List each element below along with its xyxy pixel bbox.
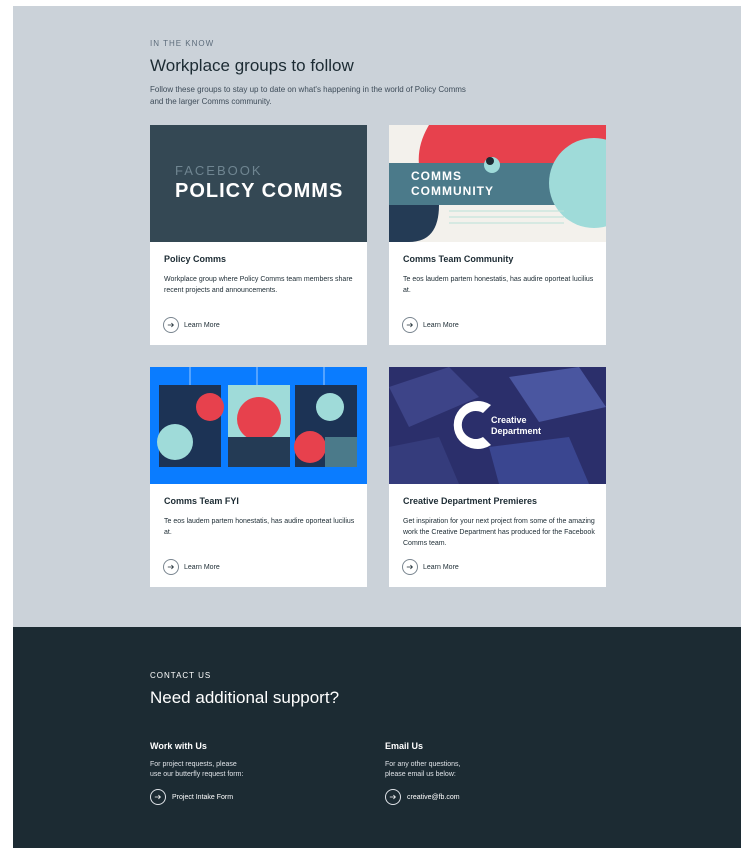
learn-more-link[interactable]: Learn More xyxy=(402,317,459,333)
card-description: Workplace group where Policy Comms team … xyxy=(164,276,353,294)
image-text-comms: COMMS xyxy=(411,169,462,183)
comms-fyi-posters-illustration xyxy=(157,367,357,467)
contact-heading: Need additional support? xyxy=(150,688,340,707)
contact-eyebrow: CONTACT US xyxy=(150,671,212,680)
learn-more-link[interactable]: Learn More xyxy=(163,559,220,575)
groups-section: IN THE KNOW Workplace groups to follow F… xyxy=(13,6,741,627)
email-address-label: creative@fb.com xyxy=(407,793,460,801)
section-intro: Follow these groups to stay up to date o… xyxy=(150,85,466,106)
section-heading: Workplace groups to follow xyxy=(150,56,354,75)
email-us-line1: For any other questions, xyxy=(385,761,461,768)
email-link[interactable]: creative@fb.com xyxy=(385,789,585,805)
group-card-comms-fyi: Comms Team FYI Te eos laudem partem hone… xyxy=(150,367,367,587)
card-description: Te eos laudem partem honestatis, has aud… xyxy=(164,518,355,536)
creative-department-image[interactable]: Creative Department xyxy=(389,367,606,484)
arrow-right-icon xyxy=(402,317,418,333)
group-card-comms-community: COMMS COMMUNITY Comms Team Community Te … xyxy=(389,125,606,345)
work-with-us-line1: For project requests, please xyxy=(150,761,237,768)
email-us-text: For any other questions, please email us… xyxy=(385,760,585,780)
comms-fyi-image[interactable] xyxy=(150,367,367,484)
image-text-community: COMMUNITY xyxy=(411,184,494,198)
policy-comms-image[interactable]: FACEBOOK POLICY COMMS xyxy=(150,125,367,242)
section-eyebrow: IN THE KNOW xyxy=(150,39,215,48)
page-frame: IN THE KNOW Workplace groups to follow F… xyxy=(13,6,741,848)
card-description: Te eos laudem partem honestatis, has aud… xyxy=(403,276,594,294)
card-description: Get inspiration for your next project fr… xyxy=(403,518,595,547)
comms-community-image[interactable]: COMMS COMMUNITY xyxy=(389,125,606,242)
learn-more-label: Learn More xyxy=(423,321,459,329)
project-intake-form-label: Project Intake Form xyxy=(172,793,234,801)
learn-more-label: Learn More xyxy=(184,563,220,571)
project-intake-form-link[interactable]: Project Intake Form xyxy=(150,789,350,805)
work-with-us-text: For project requests, please use our but… xyxy=(150,760,350,780)
arrow-right-icon xyxy=(163,317,179,333)
email-us-line2: please email us below: xyxy=(385,771,456,778)
group-card-policy-comms: FACEBOOK POLICY COMMS Policy Comms Workp… xyxy=(150,125,367,345)
learn-more-link[interactable]: Learn More xyxy=(402,559,459,575)
learn-more-label: Learn More xyxy=(184,321,220,329)
card-title: Comms Team FYI xyxy=(164,496,239,506)
arrow-right-icon xyxy=(163,559,179,575)
card-title: Policy Comms xyxy=(164,254,227,264)
work-with-us-title: Work with Us xyxy=(150,741,207,751)
work-with-us-line2: use our butterfly request form: xyxy=(150,771,244,778)
arrow-right-icon xyxy=(150,789,166,805)
image-text-policy-comms: POLICY COMMS xyxy=(175,180,344,202)
email-us-title: Email Us xyxy=(385,741,424,751)
card-title: Comms Team Community xyxy=(403,254,514,264)
image-text-facebook: FACEBOOK xyxy=(175,163,263,178)
group-card-creative-department: Creative Department Creative Department … xyxy=(389,367,606,587)
email-us-column: Email Us For any other questions, please… xyxy=(385,741,585,805)
image-text-creative: Creative xyxy=(491,415,527,425)
card-title: Creative Department Premieres xyxy=(403,496,538,506)
arrow-right-icon xyxy=(402,559,418,575)
image-text-department: Department xyxy=(491,426,542,436)
work-with-us-column: Work with Us For project requests, pleas… xyxy=(150,741,350,805)
arrow-right-icon xyxy=(385,789,401,805)
learn-more-label: Learn More xyxy=(423,563,459,571)
learn-more-link[interactable]: Learn More xyxy=(163,317,220,333)
contact-footer: CONTACT US Need additional support? Work… xyxy=(13,627,741,848)
